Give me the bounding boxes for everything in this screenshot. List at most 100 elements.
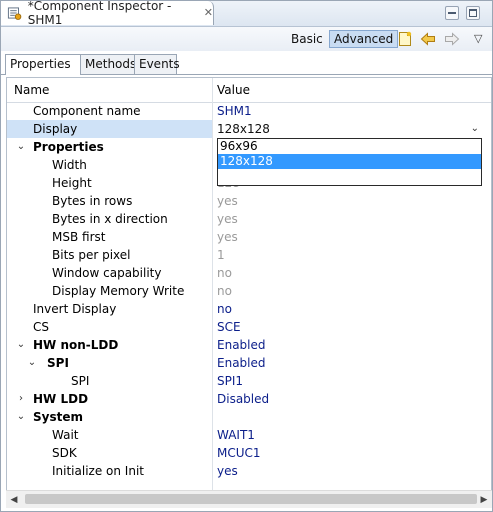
property-value-text: Disabled (217, 392, 270, 406)
table-row[interactable]: SDK MCUC1 (7, 444, 491, 462)
table-row[interactable]: Display 128x128 ⌄ (7, 120, 491, 138)
table-row[interactable]: Bits per pixel 1 (7, 246, 491, 264)
forward-arrow-icon[interactable] (444, 31, 460, 47)
tab-events[interactable]: Events (134, 54, 180, 74)
tab-methods[interactable]: Methods (80, 54, 136, 74)
advanced-mode-button[interactable]: Advanced (329, 30, 399, 48)
column-header-value[interactable]: Value (217, 83, 250, 97)
dropdown-arrow-icon[interactable]: ⌄ (471, 120, 479, 138)
name-cell: Initialize on Init (7, 462, 212, 480)
property-value[interactable]: no (217, 282, 485, 300)
view-menu-icon[interactable]: ▽ (474, 31, 490, 47)
property-name: SPI (71, 374, 90, 388)
name-cell: SPI (7, 372, 212, 390)
table-row[interactable]: Wait WAIT1 (7, 426, 491, 444)
table-header: Name Value (7, 78, 491, 103)
back-arrow-icon[interactable] (420, 31, 436, 47)
property-value[interactable]: 1 (217, 246, 485, 264)
property-value-text: yes (217, 464, 238, 478)
property-name: SPI (47, 356, 69, 370)
property-name: Bytes in rows (52, 194, 133, 208)
property-value-text: yes (217, 194, 238, 208)
property-value[interactable]: SHM1 (217, 102, 485, 120)
property-value[interactable]: SPI1 (217, 372, 485, 390)
property-value[interactable]: no (217, 264, 485, 282)
property-value-text: 128x128 (217, 122, 270, 136)
maximize-button[interactable] (466, 6, 480, 20)
table-row[interactable]: ⌄ HW non-LDD Enabled (7, 336, 491, 354)
property-value[interactable]: WAIT1 (217, 426, 485, 444)
table-row[interactable]: Bytes in x direction yes (7, 210, 491, 228)
property-value[interactable]: Enabled (217, 354, 485, 372)
property-value[interactable]: Disabled (217, 390, 485, 408)
property-name: Display (33, 122, 78, 136)
name-cell: Height (7, 174, 212, 192)
property-value[interactable] (217, 408, 485, 426)
view-title-bar: *Component Inspector - SHM1 ✕ (1, 0, 492, 27)
name-cell: ⌄ System (7, 408, 212, 426)
table-row[interactable]: Initialize on Init yes (7, 462, 491, 480)
name-cell: Display (7, 120, 212, 138)
property-name: System (33, 410, 83, 424)
property-value-text: 1 (217, 248, 225, 262)
property-name: Window capability (52, 266, 162, 280)
view-tab[interactable]: *Component Inspector - SHM1 ✕ (1, 0, 214, 27)
new-note-icon[interactable] (397, 31, 413, 47)
property-value-text: MCUC1 (217, 446, 261, 460)
property-value[interactable]: yes (217, 228, 485, 246)
property-value[interactable]: MCUC1 (217, 444, 485, 462)
table-row[interactable]: SPI SPI1 (7, 372, 491, 390)
name-cell: › HW LDD (7, 390, 212, 408)
property-value[interactable]: no (217, 300, 485, 318)
close-view-icon[interactable]: ✕ (204, 7, 213, 18)
tab-properties[interactable]: Properties (5, 54, 81, 75)
table-row[interactable]: Component name SHM1 (7, 102, 491, 120)
property-name: Bytes in x direction (52, 212, 168, 226)
minimize-button[interactable] (445, 6, 459, 20)
property-name: Properties (33, 140, 104, 154)
collapse-chevron-icon[interactable]: ⌄ (15, 408, 27, 426)
horizontal-scrollbar[interactable]: ◀ ▶ (6, 490, 492, 508)
property-value-text: WAIT1 (217, 428, 255, 442)
scroll-left-icon[interactable]: ◀ (9, 495, 19, 505)
collapse-chevron-icon[interactable]: ⌄ (26, 354, 38, 372)
dropdown-option-128x128[interactable]: 128x128 (218, 154, 481, 169)
property-name: Display Memory Write (52, 284, 185, 298)
table-row[interactable]: › HW LDD Disabled (7, 390, 491, 408)
basic-mode-button[interactable]: Basic (287, 30, 327, 48)
component-inspector-icon (7, 7, 22, 20)
expand-chevron-icon[interactable]: › (15, 390, 27, 408)
property-name: HW LDD (33, 392, 89, 406)
name-cell: Width (7, 156, 212, 174)
table-row[interactable]: ⌄ SPI Enabled (7, 354, 491, 372)
table-row[interactable]: Invert Display no (7, 300, 491, 318)
table-row[interactable]: Display Memory Write no (7, 282, 491, 300)
property-value[interactable]: yes (217, 210, 485, 228)
scroll-right-icon[interactable]: ▶ (479, 495, 489, 505)
collapse-chevron-icon[interactable]: ⌄ (15, 138, 27, 156)
property-name: Initialize on Init (52, 464, 144, 478)
property-value[interactable]: yes (217, 462, 485, 480)
collapse-chevron-icon[interactable]: ⌄ (15, 336, 27, 354)
name-cell: MSB first (7, 228, 212, 246)
property-name: Width (52, 158, 87, 172)
scrollbar-thumb[interactable] (25, 494, 477, 504)
table-row[interactable]: Window capability no (7, 264, 491, 282)
column-header-name[interactable]: Name (14, 83, 49, 97)
inspector-tabs: Properties Methods Events (1, 52, 492, 75)
table-row[interactable]: Bytes in rows yes (7, 192, 491, 210)
name-cell: ⌄ Properties (7, 138, 212, 156)
property-value[interactable]: 128x128 ⌄ (217, 120, 485, 138)
table-row[interactable]: CS SCE (7, 318, 491, 336)
property-value[interactable]: yes (217, 192, 485, 210)
property-value[interactable]: Enabled (217, 336, 485, 354)
property-value[interactable]: SCE (217, 318, 485, 336)
table-row[interactable]: ⌄ System (7, 408, 491, 426)
property-name: HW non-LDD (33, 338, 119, 352)
property-value-text: no (217, 284, 232, 298)
dropdown-option-96x96[interactable]: 96x96 (218, 139, 481, 154)
display-dropdown-list: 96x96 128x128 (217, 138, 482, 186)
property-name: MSB first (52, 230, 106, 244)
table-row[interactable]: MSB first yes (7, 228, 491, 246)
property-value-text: no (217, 266, 232, 280)
